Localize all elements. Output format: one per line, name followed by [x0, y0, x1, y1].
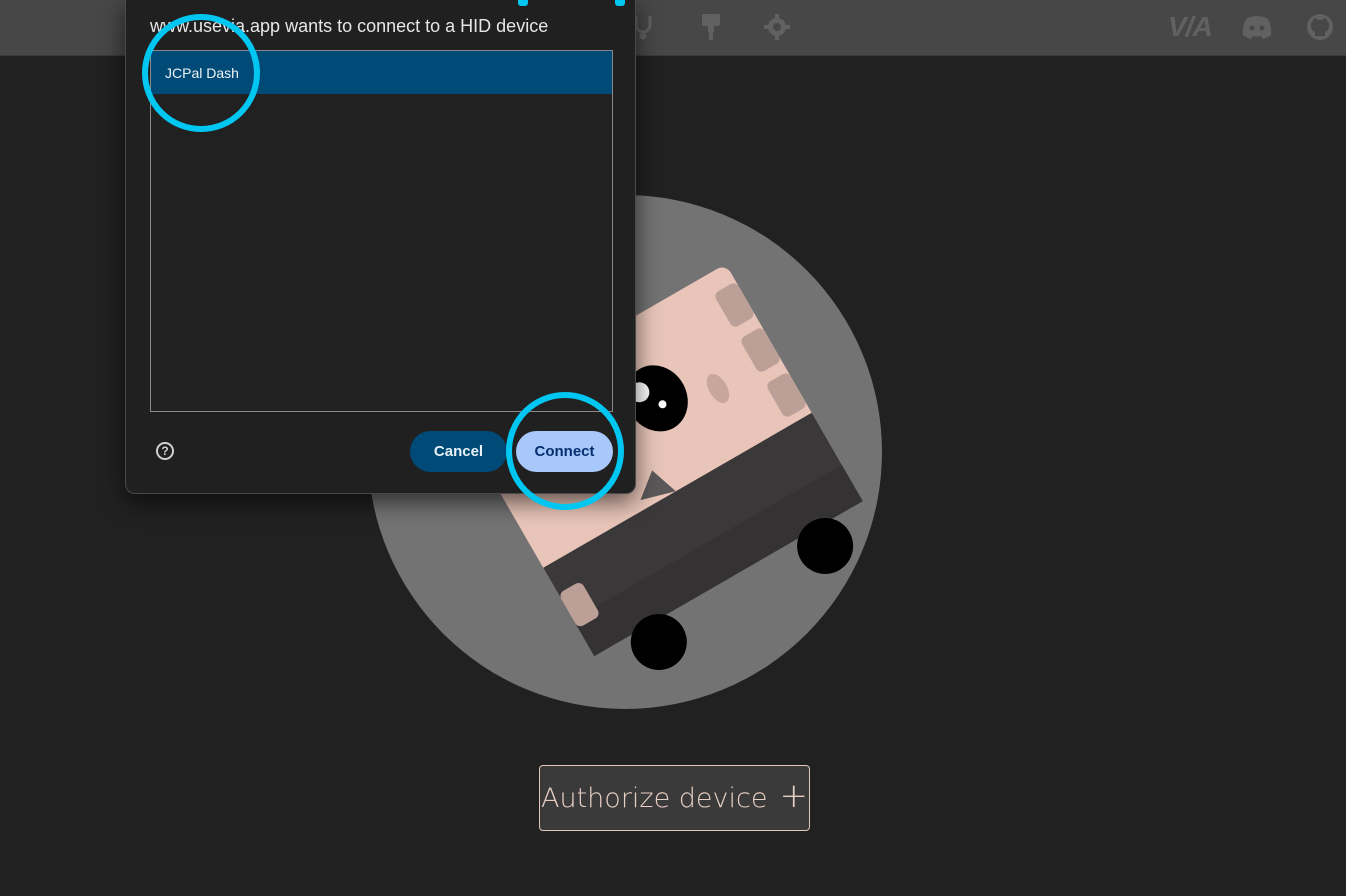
- authorize-device-label: Authorize device: [541, 782, 768, 814]
- plus-icon: +: [779, 776, 808, 816]
- paintbrush-icon[interactable]: [696, 12, 726, 42]
- gear-icon[interactable]: [762, 12, 792, 42]
- highlight-ring-fragment: [615, 0, 625, 6]
- highlight-ring-connect: [506, 392, 624, 510]
- help-icon[interactable]: ?: [156, 442, 174, 460]
- highlight-ring-fragment: [518, 0, 528, 6]
- via-logo: V/A: [1168, 11, 1213, 42]
- cancel-button[interactable]: Cancel: [410, 431, 507, 472]
- discord-icon[interactable]: [1240, 12, 1274, 42]
- github-icon[interactable]: [1305, 12, 1335, 42]
- highlight-ring-device: [142, 14, 260, 132]
- authorize-device-button[interactable]: Authorize device +: [539, 765, 810, 831]
